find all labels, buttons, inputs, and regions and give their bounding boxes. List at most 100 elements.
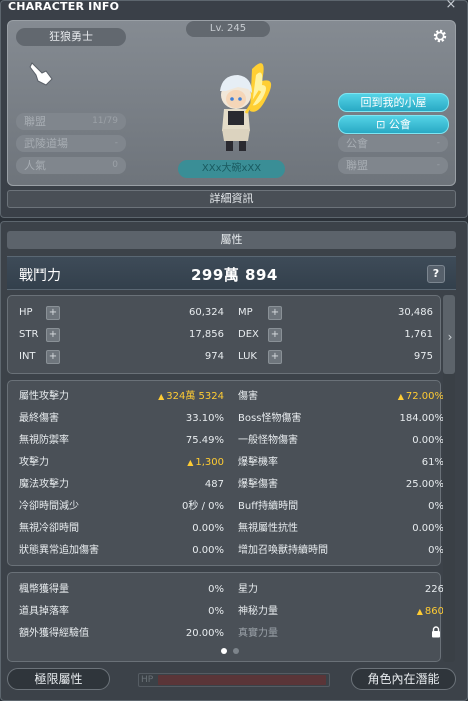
limit-stats-button[interactable]: 極限屬性 bbox=[7, 668, 110, 690]
stat-value: 0% bbox=[208, 606, 224, 617]
close-icon[interactable]: × bbox=[444, 0, 458, 12]
stat-label: 一般怪物傷害 bbox=[238, 435, 298, 446]
stat-value-text: 1,300 bbox=[195, 457, 224, 468]
attack-stats-panel: 屬性攻擊力 ▲ 324萬 5324 傷害 ▲ 72.00% 最終傷害 33.10% … bbox=[7, 380, 445, 566]
stat-label: HP bbox=[19, 307, 33, 318]
stat-row: 攻擊力 ▲ 1,300 爆擊機率 61% bbox=[8, 452, 444, 474]
increase-icon: ▲ bbox=[158, 392, 165, 401]
increase-icon: ▲ bbox=[397, 392, 404, 401]
add-stat-button[interactable]: + bbox=[268, 328, 282, 342]
stat-row: 屬性攻擊力 ▲ 324萬 5324 傷害 ▲ 72.00% bbox=[8, 386, 444, 408]
stat-label: DEX bbox=[238, 329, 259, 340]
dojo-field: 武陵道場 - bbox=[16, 135, 126, 152]
stat-label: INT bbox=[19, 351, 36, 362]
field-value: - bbox=[114, 138, 118, 148]
help-button[interactable]: ? bbox=[427, 265, 445, 283]
guild-field: 公會 - bbox=[338, 135, 448, 152]
lock-icon bbox=[432, 626, 440, 638]
stat-label: 無視防禦率 bbox=[19, 435, 69, 446]
field-value: 0 bbox=[112, 160, 118, 170]
field-label: 聯盟 bbox=[24, 115, 46, 128]
add-stat-button[interactable]: + bbox=[268, 350, 282, 364]
increase-icon: ▲ bbox=[187, 458, 194, 467]
field-label: 聯盟 bbox=[346, 159, 368, 172]
stat-label: LUK bbox=[238, 351, 257, 362]
stat-label: 最終傷害 bbox=[19, 413, 59, 424]
stat-row: 楓幣獲得量 0% 星力 226 bbox=[8, 579, 444, 601]
guild-icon: ⊡ bbox=[376, 118, 389, 131]
stat-value: ▲ 860 bbox=[338, 601, 444, 623]
combat-power-value: 299萬 894 bbox=[191, 266, 278, 284]
attributes-header: 屬性 bbox=[7, 231, 456, 249]
hp-bar-fill bbox=[158, 675, 326, 685]
stat-value: ▲ 324萬 5324 bbox=[118, 386, 224, 408]
increase-icon: ▲ bbox=[416, 607, 423, 616]
alliance-field: 聯盟 - bbox=[338, 157, 448, 174]
stat-label: 狀態異常追加傷害 bbox=[19, 545, 99, 556]
add-stat-button[interactable]: + bbox=[46, 306, 60, 320]
guild-button[interactable]: ⊡ 公會 bbox=[338, 115, 449, 134]
stat-value: 0.00% bbox=[412, 435, 444, 446]
stat-label: 傷害 bbox=[238, 391, 258, 402]
stat-value: 975 bbox=[413, 351, 433, 362]
fame-field: 人氣 0 bbox=[16, 157, 126, 174]
stat-value: 75.49% bbox=[185, 435, 224, 446]
home-button[interactable]: 回到我的小屋 bbox=[338, 93, 449, 112]
inner-potential-button[interactable]: 角色內在潛能 bbox=[351, 668, 456, 690]
stat-value: 20.00% bbox=[185, 628, 224, 639]
field-label: 公會 bbox=[346, 137, 368, 150]
stat-label: 無視屬性抗性 bbox=[238, 523, 298, 534]
stat-label: 攻擊力 bbox=[19, 457, 49, 468]
stat-label: 道具掉落率 bbox=[19, 606, 69, 617]
stat-value: 61% bbox=[421, 457, 444, 468]
stat-value: 184.00% bbox=[399, 413, 445, 424]
stat-row: 冷卻時間減少 0秒 / 0% Buff持續時間 0% bbox=[8, 496, 444, 518]
gear-icon[interactable] bbox=[432, 28, 448, 44]
stat-row: 額外獲得經驗值 20.00% 真實力量 bbox=[8, 623, 442, 645]
stat-value: 0.00% bbox=[192, 523, 224, 534]
stat-value: 0.00% bbox=[412, 523, 444, 534]
basic-stats-panel: HP + 60,324 MP + 30,486 STR + 17,856 DEX… bbox=[7, 295, 441, 374]
stat-row: 魔法攻擊力 487 爆擊傷害 25.00% bbox=[8, 474, 444, 496]
stat-label: 屬性攻擊力 bbox=[19, 391, 69, 402]
field-value: - bbox=[436, 160, 440, 170]
stat-label: 星力 bbox=[238, 584, 258, 595]
hp-bar-label: HP bbox=[141, 675, 154, 685]
stat-row: STR + 17,856 DEX + 1,761 bbox=[8, 324, 442, 346]
field-label: 武陵道場 bbox=[24, 137, 68, 150]
stat-value: 33.10% bbox=[185, 413, 224, 424]
stat-value: 487 bbox=[204, 479, 224, 490]
stat-label: MP bbox=[238, 307, 253, 318]
stat-label: 冷卻時間減少 bbox=[19, 501, 79, 512]
stat-row: 無視防禦率 75.49% 一般怪物傷害 0.00% bbox=[8, 430, 444, 452]
stat-label: 爆擊機率 bbox=[238, 457, 278, 468]
union-field: 聯盟 11/79 bbox=[16, 113, 126, 130]
stat-value: ▲ 1,300 bbox=[118, 452, 224, 474]
stat-value: 30,486 bbox=[398, 307, 433, 318]
expand-arrow-icon[interactable]: › bbox=[445, 330, 455, 344]
add-stat-button[interactable]: + bbox=[46, 350, 60, 364]
field-label: 人氣 bbox=[24, 159, 46, 172]
add-stat-button[interactable]: + bbox=[268, 306, 282, 320]
stat-value: 0.00% bbox=[192, 545, 224, 556]
stat-value: 974 bbox=[204, 351, 224, 362]
profile-panel: 狂狼勇士 Lv. 245 聯盟 11/79 武陵道場 - 人氣 0 公會 - 聯… bbox=[7, 20, 456, 186]
stat-row: INT + 974 LUK + 975 bbox=[8, 346, 442, 368]
field-value: - bbox=[436, 138, 440, 148]
add-stat-button[interactable]: + bbox=[46, 328, 60, 342]
character-avatar bbox=[220, 63, 272, 151]
combat-power-label: 戰鬥力 bbox=[19, 268, 61, 284]
stat-value: 60,324 bbox=[189, 307, 224, 318]
stat-value: ▲ 72.00% bbox=[338, 386, 444, 408]
detail-info-button[interactable]: 詳細資訊 bbox=[7, 190, 456, 208]
level-label: Lv. 245 bbox=[186, 21, 270, 37]
stat-row: 道具掉落率 0% 神秘力量 ▲ 860 bbox=[8, 601, 444, 623]
stat-label: 神秘力量 bbox=[238, 606, 278, 617]
stat-row: 最終傷害 33.10% Boss怪物傷害 184.00% bbox=[8, 408, 445, 430]
character-name: XXx大碗xXX bbox=[178, 160, 285, 178]
page-dot-active[interactable] bbox=[221, 648, 227, 654]
page-dot[interactable] bbox=[233, 648, 239, 654]
stat-label: Boss怪物傷害 bbox=[238, 413, 302, 424]
stat-label: 額外獲得經驗值 bbox=[19, 628, 89, 639]
stat-label: 真實力量 bbox=[238, 628, 278, 639]
